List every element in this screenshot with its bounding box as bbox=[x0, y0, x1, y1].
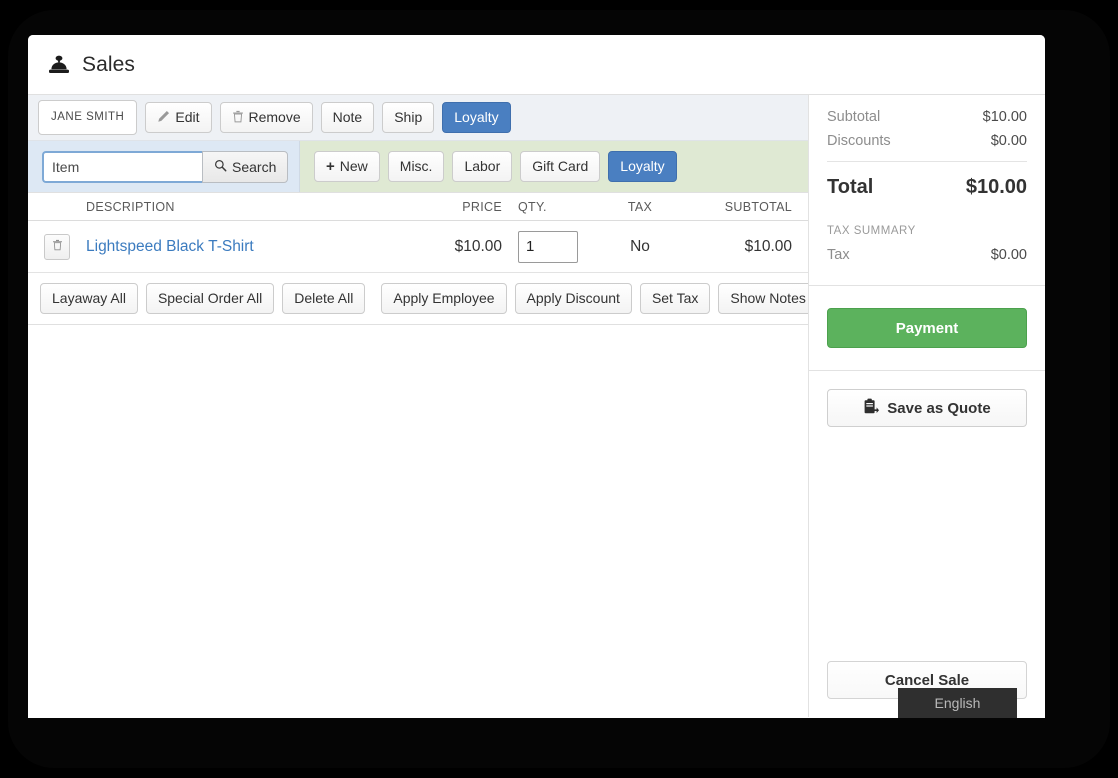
window-body: JANE SMITH Edit Remove Note Ship Loyalty… bbox=[28, 95, 1045, 717]
header-qty: QTY. bbox=[518, 199, 547, 214]
note-button[interactable]: Note bbox=[320, 102, 375, 133]
tax-value: $0.00 bbox=[990, 247, 1027, 263]
pencil-icon bbox=[157, 110, 170, 125]
delete-all-button[interactable]: Delete All bbox=[282, 283, 366, 314]
apply-discount-button[interactable]: Apply Discount bbox=[514, 283, 632, 314]
labor-item-button[interactable]: Labor bbox=[452, 151, 513, 182]
remove-customer-label: Remove bbox=[248, 109, 301, 125]
layaway-all-button[interactable]: Layaway All bbox=[40, 283, 138, 314]
sale-main-panel: JANE SMITH Edit Remove Note Ship Loyalty… bbox=[28, 95, 818, 717]
save-as-quote-button[interactable]: Save as Quote bbox=[827, 389, 1027, 427]
total-value: $10.00 bbox=[965, 176, 1027, 198]
row-description-cell: Lightspeed Black T-Shirt bbox=[80, 238, 398, 256]
search-icon bbox=[214, 159, 227, 175]
loyalty-toolbar-button[interactable]: Loyalty bbox=[442, 102, 511, 133]
save-as-quote-label: Save as Quote bbox=[887, 399, 991, 417]
table-row: Lightspeed Black T-Shirt $10.00 No $10.0… bbox=[28, 221, 808, 273]
screen: Sales JANE SMITH Edit Remove Note Ship L… bbox=[0, 0, 1118, 778]
page-title: Sales bbox=[82, 52, 136, 76]
item-entry-row: Search + New Misc. Labor Gift Card Loyal… bbox=[28, 141, 808, 193]
line-item-link[interactable]: Lightspeed Black T-Shirt bbox=[86, 238, 254, 255]
discounts-label: Discounts bbox=[827, 133, 891, 149]
customer-toolbar: JANE SMITH Edit Remove Note Ship Loyalty bbox=[28, 95, 808, 141]
header-price: PRICE bbox=[462, 199, 502, 214]
language-badge[interactable]: English bbox=[898, 688, 1017, 718]
remove-customer-button[interactable]: Remove bbox=[219, 102, 313, 133]
cash-register-icon bbox=[48, 55, 70, 75]
row-delete-cell bbox=[28, 233, 80, 260]
totals-sidebar: Subtotal $10.00 Discounts $0.00 Total $1… bbox=[808, 95, 1045, 717]
edit-customer-label: Edit bbox=[175, 109, 200, 125]
tax-label: Tax bbox=[827, 247, 850, 263]
header-description: DESCRIPTION bbox=[86, 199, 175, 214]
special-order-all-button[interactable]: Special Order All bbox=[145, 283, 275, 314]
window-titlebar: Sales bbox=[28, 35, 1045, 95]
show-notes-button[interactable]: Show Notes bbox=[718, 283, 818, 314]
empty-area bbox=[28, 325, 808, 717]
clipboard-quote-icon bbox=[863, 398, 880, 419]
table-header-row: DESCRIPTION PRICE QTY. TAX SUBTOTAL bbox=[28, 193, 808, 221]
summary-divider bbox=[827, 161, 1027, 162]
gift-card-button[interactable]: Gift Card bbox=[520, 151, 601, 182]
summary-section: Subtotal $10.00 Discounts $0.00 Total $1… bbox=[809, 95, 1045, 285]
payment-section: Payment bbox=[809, 286, 1045, 370]
discounts-row: Discounts $0.00 bbox=[827, 133, 1027, 149]
row-price: $10.00 bbox=[454, 237, 502, 255]
search-zone: Search bbox=[28, 141, 300, 192]
total-row: Total $10.00 bbox=[827, 176, 1027, 199]
search-button[interactable]: Search bbox=[202, 150, 289, 183]
loyalty-item-button[interactable]: Loyalty bbox=[608, 151, 677, 182]
item-type-zone: + New Misc. Labor Gift Card Loyalty bbox=[300, 141, 808, 192]
misc-item-button[interactable]: Misc. bbox=[387, 151, 445, 182]
set-tax-button[interactable]: Set Tax bbox=[639, 283, 711, 314]
trash-icon bbox=[52, 238, 63, 256]
quote-section: Save as Quote bbox=[809, 371, 1045, 445]
search-group: Search bbox=[42, 150, 289, 183]
tax-summary-caption: TAX SUMMARY bbox=[827, 225, 916, 237]
header-subtotal: SUBTOTAL bbox=[724, 199, 792, 214]
bulk-actions-bar: Layaway All Special Order All Delete All… bbox=[28, 273, 818, 325]
subtotal-row: Subtotal $10.00 bbox=[827, 109, 1027, 125]
plus-icon: + bbox=[326, 158, 335, 175]
line-items-table: DESCRIPTION PRICE QTY. TAX SUBTOTAL Ligh… bbox=[28, 193, 808, 273]
discounts-value: $0.00 bbox=[990, 133, 1027, 149]
tax-row: Tax $0.00 bbox=[827, 247, 1027, 263]
edit-customer-button[interactable]: Edit bbox=[145, 102, 212, 133]
search-input[interactable] bbox=[42, 150, 202, 183]
trash-icon bbox=[232, 110, 244, 125]
search-button-label: Search bbox=[232, 158, 277, 175]
ship-button[interactable]: Ship bbox=[382, 102, 435, 133]
apply-employee-button[interactable]: Apply Employee bbox=[381, 283, 507, 314]
row-subtotal: $10.00 bbox=[744, 237, 792, 255]
subtotal-label: Subtotal bbox=[827, 109, 881, 125]
total-label: Total bbox=[827, 176, 874, 198]
customer-button[interactable]: JANE SMITH bbox=[38, 100, 138, 135]
new-item-button[interactable]: + New bbox=[314, 151, 380, 182]
header-tax: TAX bbox=[627, 199, 653, 214]
subtotal-value: $10.00 bbox=[982, 109, 1027, 125]
new-item-label: New bbox=[339, 158, 368, 174]
payment-button[interactable]: Payment bbox=[827, 308, 1027, 348]
row-qty-cell bbox=[508, 230, 592, 263]
sales-window: Sales JANE SMITH Edit Remove Note Ship L… bbox=[28, 35, 1045, 718]
row-tax: No bbox=[630, 237, 650, 255]
delete-line-item-button[interactable] bbox=[44, 233, 70, 260]
qty-input[interactable] bbox=[518, 230, 578, 263]
